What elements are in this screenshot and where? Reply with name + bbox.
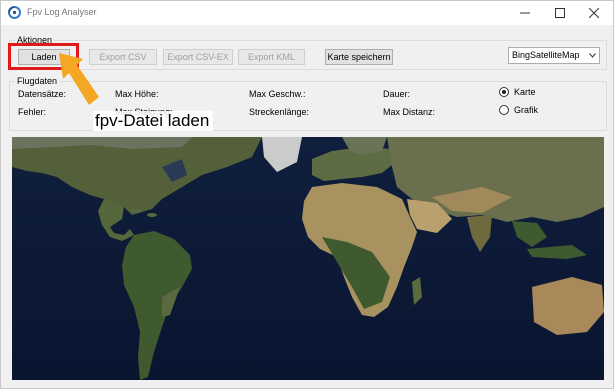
errors-label: Fehler: (18, 107, 47, 117)
view-graph-radio[interactable]: Grafik (499, 105, 538, 115)
app-logo-icon (8, 6, 21, 19)
view-map-label: Karte (514, 87, 536, 97)
chevron-down-icon (589, 53, 596, 58)
flight-data-group-label: Flugdaten (15, 76, 60, 86)
annotation-text: fpv-Datei laden (93, 111, 214, 131)
app-window: Fpv Log Analyser Aktionen Laden Export C… (0, 0, 614, 389)
max-speed-label: Max Geschw.: (249, 89, 306, 99)
view-graph-label: Grafik (514, 105, 539, 115)
view-map-radio[interactable]: Karte (499, 87, 536, 97)
close-button[interactable] (577, 1, 611, 25)
export-kml-button[interactable]: Export KML (238, 49, 305, 65)
max-distance-label: Max Distanz: (383, 107, 436, 117)
maximize-button[interactable] (543, 1, 577, 25)
radio-checked-icon (499, 87, 509, 97)
radio-unchecked-icon (499, 105, 509, 115)
duration-label: Dauer: (383, 89, 411, 99)
close-icon (589, 8, 599, 18)
maximize-icon (555, 8, 565, 18)
map-view[interactable] (12, 137, 604, 380)
satellite-world-map (12, 137, 604, 380)
minimize-icon (520, 12, 530, 14)
minimize-button[interactable] (508, 1, 542, 25)
export-csv-ex-button[interactable]: Export CSV-EX (163, 49, 233, 65)
max-height-label: Max Höhe: (115, 89, 159, 99)
map-provider-select[interactable]: BingSatelliteMap (508, 47, 600, 64)
save-map-button[interactable]: Karte speichern (325, 49, 393, 65)
title-bar[interactable]: Fpv Log Analyser (1, 1, 613, 25)
map-provider-value: BingSatelliteMap (512, 50, 580, 60)
orange-arrow-icon (59, 53, 99, 105)
track-length-label: Streckenlänge: (249, 107, 310, 117)
window-title: Fpv Log Analyser (27, 7, 97, 17)
